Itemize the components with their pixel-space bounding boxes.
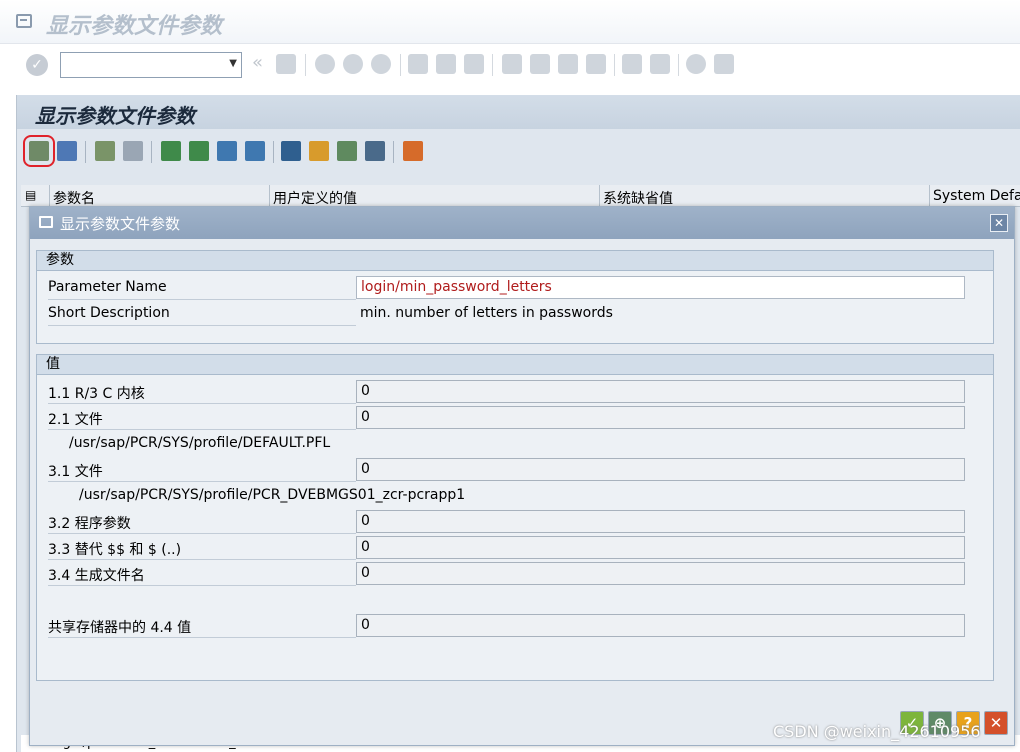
sort-ascending-icon[interactable] — [161, 141, 181, 161]
find-next-icon[interactable] — [464, 54, 484, 74]
find-icon[interactable] — [436, 54, 456, 74]
previous-page-icon[interactable] — [530, 54, 550, 74]
properties-icon[interactable] — [123, 141, 143, 161]
short-description-label: Short Description — [48, 305, 356, 326]
cancel-icon[interactable]: ✕ — [984, 711, 1008, 735]
parameter-name-label: Parameter Name — [48, 279, 356, 300]
layout-menu-icon[interactable] — [714, 54, 734, 74]
collapse-toolbar-icon[interactable]: « — [252, 52, 263, 73]
save-layout-icon[interactable] — [365, 141, 385, 161]
grid-header: ▤ 参数名 用户定义的值 系统缺省值 System Defau — [21, 185, 1020, 207]
default-profile-path: /usr/sap/PCR/SYS/profile/DEFAULT.PFL — [69, 435, 331, 451]
value-substitution-field[interactable]: 0 — [356, 536, 965, 559]
group-parameter: 参数 Parameter Name login/min_password_let… — [36, 250, 994, 344]
sort-descending-icon[interactable] — [189, 141, 209, 161]
save-icon[interactable] — [276, 54, 296, 74]
change-icon[interactable] — [57, 141, 77, 161]
screen-title: 显示参数文件参数 — [35, 104, 195, 128]
window-title: 显示参数文件参数 — [46, 13, 223, 39]
exit-icon[interactable] — [343, 54, 363, 74]
first-page-icon[interactable] — [502, 54, 522, 74]
short-description-value: min. number of letters in passwords — [360, 305, 613, 321]
column-user-value[interactable]: 用户定义的值 — [273, 188, 357, 208]
dialog-titlebar: 显示参数文件参数 ✕ — [30, 207, 1014, 239]
parameter-name-field[interactable]: login/min_password_letters — [356, 276, 965, 299]
value-row-label: 1.1 R/3 C 内核 — [48, 383, 356, 404]
shortcut-icon[interactable] — [650, 54, 670, 74]
value-default-file-field[interactable]: 0 — [356, 406, 965, 429]
print-icon[interactable] — [408, 54, 428, 74]
last-page-icon[interactable] — [586, 54, 606, 74]
layout-icon[interactable] — [337, 141, 357, 161]
standard-toolbar: ✓ ▼ « — [0, 44, 1020, 90]
delete-filter-icon[interactable] — [245, 141, 265, 161]
column-system-default[interactable]: System Defau — [933, 188, 1020, 204]
documentation-icon[interactable] — [95, 141, 115, 161]
group-parameter-title: 参数 — [37, 251, 993, 271]
window-titlebar: 显示参数文件参数 — [0, 0, 1020, 44]
cancel-icon[interactable] — [371, 54, 391, 74]
window-menu-icon[interactable] — [16, 14, 32, 28]
export-icon[interactable] — [309, 141, 329, 161]
value-kernel-field[interactable]: 0 — [356, 380, 965, 403]
value-row-label: 3.3 替代 $$ 和 $ (..) — [48, 539, 356, 560]
value-generated-file-field[interactable]: 0 — [356, 562, 965, 585]
value-row-label: 3.1 文件 — [48, 461, 356, 482]
enter-check-icon[interactable]: ✓ — [26, 54, 48, 76]
group-values: 值 1.1 R/3 C 内核 0 2.1 文件 0 /usr/sap/PCR/S… — [36, 354, 994, 681]
value-shared-memory-field[interactable]: 0 — [356, 614, 965, 637]
select-all-icon[interactable]: ▤ — [25, 188, 36, 202]
parameter-dialog: 显示参数文件参数 ✕ 参数 Parameter Name login/min_p… — [29, 206, 1015, 746]
column-default-value[interactable]: 系统缺省值 — [603, 188, 673, 208]
instance-profile-path: /usr/sap/PCR/SYS/profile/PCR_DVEBMGS01_z… — [79, 487, 466, 503]
help-icon[interactable] — [686, 54, 706, 74]
close-icon[interactable]: ✕ — [990, 214, 1008, 232]
watermark: CSDN @weixin_42610956 — [773, 722, 981, 741]
total-icon[interactable] — [281, 141, 301, 161]
dialog-title: 显示参数文件参数 — [60, 215, 181, 233]
command-field[interactable]: ▼ — [60, 52, 242, 78]
value-program-param-field[interactable]: 0 — [356, 510, 965, 533]
dialog-menu-icon[interactable] — [39, 216, 53, 228]
chevron-down-icon[interactable]: ▼ — [229, 58, 237, 69]
value-instance-file-field[interactable]: 0 — [356, 458, 965, 481]
details-icon[interactable] — [23, 135, 55, 167]
new-session-icon[interactable] — [622, 54, 642, 74]
group-values-title: 值 — [37, 355, 993, 375]
command-input[interactable] — [65, 54, 215, 76]
application-toolbar — [17, 129, 1020, 175]
value-row-label: 3.4 生成文件名 — [48, 565, 356, 586]
value-row-label: 2.1 文件 — [48, 409, 356, 430]
column-param-name[interactable]: 参数名 — [53, 188, 95, 208]
filter-icon[interactable] — [217, 141, 237, 161]
next-page-icon[interactable] — [558, 54, 578, 74]
value-row-label: 共享存储器中的 4.4 值 — [48, 617, 356, 638]
grid-view-icon[interactable] — [403, 141, 423, 161]
back-icon[interactable] — [315, 54, 335, 74]
screen-title-bar: 显示参数文件参数 — [17, 95, 1020, 129]
value-row-label: 3.2 程序参数 — [48, 513, 356, 534]
